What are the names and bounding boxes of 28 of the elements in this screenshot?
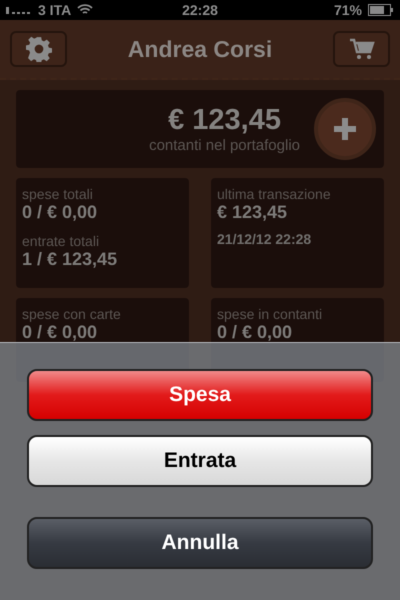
stat-value: 0 / € 0,00 bbox=[217, 322, 294, 343]
signal-icon bbox=[6, 6, 32, 14]
sheet-button[interactable]: Annulla bbox=[27, 517, 373, 569]
stat-label: spese con carte bbox=[22, 306, 122, 322]
stat-label: ultima transazione bbox=[217, 186, 332, 202]
stat-date: 21/12/12 22:28 bbox=[217, 231, 312, 247]
stat-label: spese in contanti bbox=[217, 306, 324, 322]
wifi-icon bbox=[77, 4, 94, 16]
cart-button[interactable] bbox=[333, 31, 390, 67]
balance-caption: contanti nel portafoglio bbox=[149, 137, 300, 154]
stat-value: 1 / € 123,45 bbox=[22, 249, 118, 270]
cart-icon bbox=[348, 37, 374, 61]
stat-value: 0 / € 0,00 bbox=[22, 322, 98, 343]
sheet-button[interactable]: Spesa bbox=[27, 369, 373, 421]
stat-label: spese totali bbox=[22, 186, 94, 202]
stat-value: € 123,45 bbox=[217, 202, 288, 223]
balance-amount: € 123,45 bbox=[168, 104, 281, 137]
clock-time: 22:28 bbox=[182, 2, 218, 18]
stat-label: entrate totali bbox=[22, 233, 100, 249]
sheet-button[interactable]: Entrata bbox=[27, 435, 373, 487]
settings-icon bbox=[26, 36, 52, 62]
battery-percent: 71% bbox=[334, 2, 362, 18]
plus-icon bbox=[334, 118, 356, 140]
carrier-name: 3 ITA bbox=[38, 2, 72, 18]
battery-icon bbox=[368, 4, 394, 16]
user-name: Andrea Corsi bbox=[128, 36, 272, 62]
settings-button[interactable] bbox=[10, 31, 67, 67]
stat-value: 0 / € 0,00 bbox=[22, 202, 98, 223]
